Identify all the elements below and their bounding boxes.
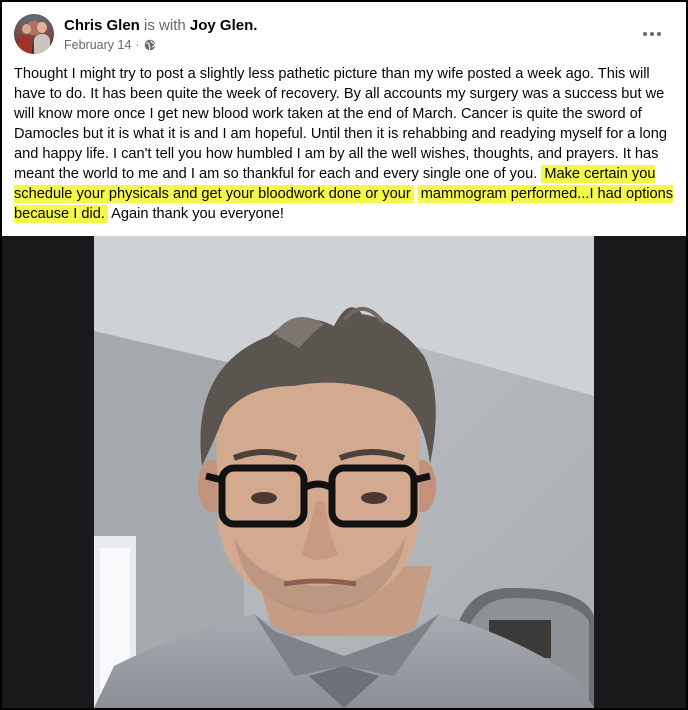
post-header: Chris Glen is with Joy Glen. February 14… <box>14 14 674 58</box>
avatar[interactable] <box>14 14 54 54</box>
post-photo[interactable] <box>94 236 594 708</box>
more-options-button[interactable] <box>638 20 666 48</box>
author-line: Chris Glen is with Joy Glen. <box>64 17 257 34</box>
post-card: Chris Glen is with Joy Glen. February 14… <box>0 0 688 710</box>
globe-icon[interactable] <box>144 39 156 51</box>
selfie-illustration <box>94 236 594 708</box>
tagged-name[interactable]: Joy Glen <box>190 17 253 34</box>
with-text: is with <box>144 17 186 34</box>
post-meta: February 14 · <box>64 38 156 52</box>
photo-container[interactable] <box>2 236 686 708</box>
post-date[interactable]: February 14 <box>64 38 131 52</box>
date-separator: · <box>135 38 140 52</box>
more-horizontal-icon <box>643 32 647 36</box>
post-body: Thought I might try to post a slightly l… <box>14 64 674 224</box>
author-name[interactable]: Chris Glen <box>64 17 140 34</box>
post-body-end: Again thank you everyone! <box>111 206 284 222</box>
tagged-suffix: . <box>253 17 258 34</box>
